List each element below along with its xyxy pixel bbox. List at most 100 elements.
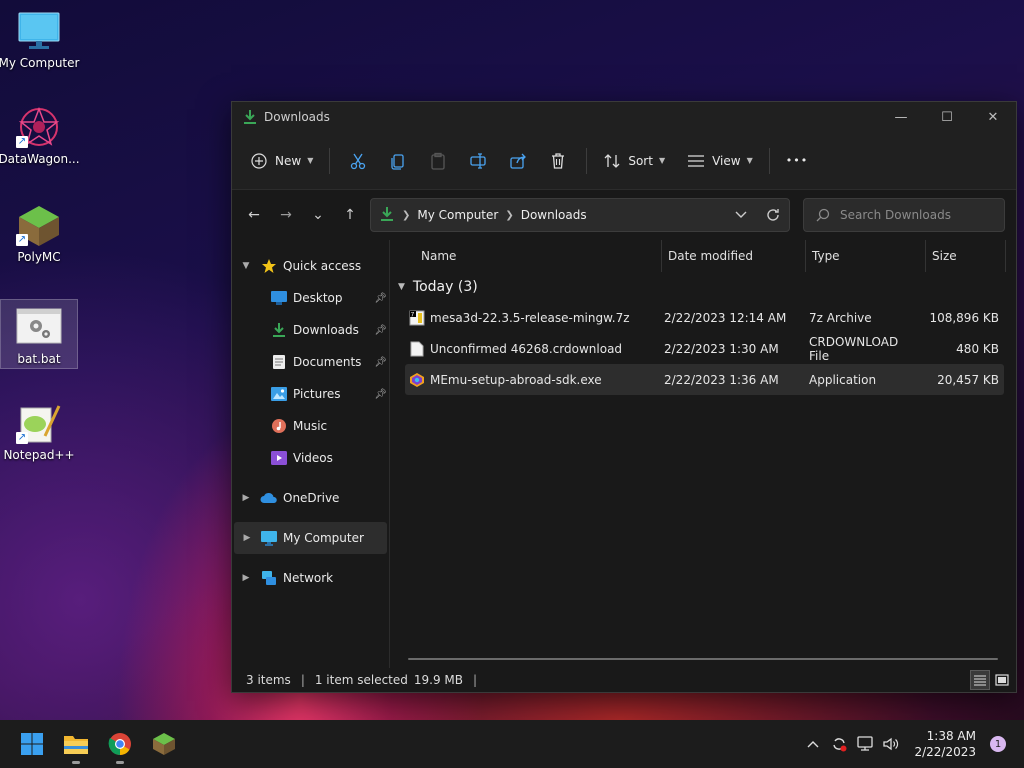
sidebar-item-documents[interactable]: Documents 📌︎: [232, 346, 389, 378]
group-header-today[interactable]: ▼ Today (3): [390, 272, 1016, 302]
monitor-icon: [260, 529, 278, 547]
file-row[interactable]: 7 mesa3d-22.3.5-release-mingw.7z 2/22/20…: [405, 302, 1004, 333]
datawagon-icon: ↗: [16, 106, 62, 148]
tiles-view-icon: [995, 674, 1009, 686]
minimize-button[interactable]: —: [878, 102, 924, 132]
clock-date: 2/22/2023: [914, 745, 976, 759]
notification-badge[interactable]: 1: [990, 736, 1006, 752]
pin-icon[interactable]: 📌︎: [374, 325, 387, 336]
details-view-icon: [974, 675, 986, 686]
sync-alert-icon: [833, 738, 847, 752]
desktop-icon-label: DataWagon...: [0, 152, 80, 166]
delete-button[interactable]: [538, 145, 578, 177]
sidebar-item-quick-access[interactable]: ▼ Quick access: [232, 250, 389, 282]
sync-status-button[interactable]: [826, 729, 852, 759]
network-status-button[interactable]: [852, 729, 878, 759]
refresh-button[interactable]: [757, 199, 789, 231]
desktop-icon-bat-bat[interactable]: bat.bat: [0, 299, 78, 369]
taskbar-chrome[interactable]: [98, 722, 142, 766]
start-button[interactable]: [10, 722, 54, 766]
chevron-right-icon: ❯: [402, 209, 411, 221]
rename-icon: [470, 152, 486, 169]
file-row[interactable]: Unconfirmed 46268.crdownload 2/22/2023 1…: [405, 333, 1004, 364]
column-header-size[interactable]: Size: [926, 240, 1006, 272]
desktop-icon-my-computer[interactable]: My Computer: [0, 4, 79, 74]
sidebar-item-label: Downloads: [293, 323, 359, 337]
share-button[interactable]: [498, 145, 538, 177]
column-header-date-modified[interactable]: Date modified: [662, 240, 806, 272]
breadcrumb-downloads[interactable]: Downloads: [521, 208, 587, 222]
file-type: Application: [809, 372, 877, 387]
back-button[interactable]: ←: [238, 199, 270, 231]
new-button[interactable]: New ▼: [242, 145, 321, 177]
chevron-down-icon: ▼: [307, 156, 314, 165]
taskbar-clock[interactable]: 1:38 AM 2/22/2023: [914, 728, 976, 760]
desktop-icon-polymc[interactable]: ↗ PolyMC: [0, 198, 78, 268]
recent-locations-button[interactable]: ⌄: [302, 199, 334, 231]
network-icon: [260, 569, 278, 587]
file-size: 108,896 KB: [929, 310, 999, 325]
more-dots-icon: •••: [785, 154, 809, 167]
chevron-down-icon: ▼: [746, 156, 753, 165]
title-bar[interactable]: Downloads — ☐ ✕: [232, 102, 1016, 132]
copy-icon: [391, 153, 404, 170]
forward-button[interactable]: →: [270, 199, 302, 231]
desktop-icon-label: PolyMC: [17, 250, 61, 264]
horizontal-scrollbar[interactable]: [408, 658, 998, 660]
sidebar-item-label: Documents: [293, 355, 362, 369]
search-input[interactable]: [840, 208, 1000, 222]
polymc-cube-icon: [153, 733, 175, 755]
breadcrumb-my-computer[interactable]: My Computer: [417, 208, 498, 222]
copy-button[interactable]: [378, 145, 418, 177]
toolbar-divider: [586, 147, 588, 174]
file-row-selected[interactable]: MEmu-setup-abroad-sdk.exe 2/22/2023 1:36…: [405, 364, 1004, 395]
system-tray: 1:38 AM 2/22/2023 1: [800, 720, 1024, 768]
sidebar-item-desktop[interactable]: Desktop 📌︎: [232, 282, 389, 314]
sidebar-item-label: Videos: [293, 451, 333, 465]
paste-button[interactable]: [418, 145, 458, 177]
taskbar-file-explorer[interactable]: [54, 722, 98, 766]
close-button[interactable]: ✕: [970, 102, 1016, 132]
downloads-arrow-icon: [242, 109, 258, 125]
address-dropdown-button[interactable]: [725, 199, 757, 231]
sidebar-item-onedrive[interactable]: ▶ OneDrive: [232, 482, 389, 514]
chevron-down-icon[interactable]: ▼: [232, 261, 260, 271]
up-button[interactable]: ↑: [334, 199, 366, 231]
file-name: mesa3d-22.3.5-release-mingw.7z: [430, 310, 630, 325]
more-options-button[interactable]: •••: [778, 145, 816, 177]
chevron-right-icon[interactable]: ▶: [232, 493, 260, 503]
address-bar[interactable]: ❯ My Computer ❯ Downloads: [370, 198, 790, 232]
view-button[interactable]: View ▼: [679, 145, 761, 177]
cut-button[interactable]: [338, 145, 378, 177]
desktop-icon-notepadpp[interactable]: ↗ Notepad++: [0, 396, 78, 466]
taskbar-polymc[interactable]: [142, 722, 186, 766]
details-view-button[interactable]: [970, 670, 990, 690]
new-label: New: [275, 153, 302, 168]
pin-icon[interactable]: 📌︎: [374, 389, 387, 400]
large-icons-view-button[interactable]: [992, 670, 1012, 690]
group-label: Today (3): [412, 279, 478, 295]
pin-icon[interactable]: 📌︎: [374, 293, 387, 304]
chevron-down-icon[interactable]: ▼: [398, 282, 405, 292]
sidebar-item-my-computer[interactable]: ▶ My Computer: [234, 522, 387, 554]
sidebar-item-videos[interactable]: Videos: [232, 442, 389, 474]
chevron-right-icon[interactable]: ▶: [232, 573, 260, 583]
search-box[interactable]: [803, 198, 1005, 232]
sidebar-item-pictures[interactable]: Pictures 📌︎: [232, 378, 389, 410]
sort-button[interactable]: Sort ▼: [595, 145, 673, 177]
column-header-name[interactable]: Name: [390, 240, 662, 272]
sidebar-item-music[interactable]: Music: [232, 410, 389, 442]
show-hidden-icons-button[interactable]: [800, 729, 826, 759]
sidebar-item-label: Desktop: [293, 291, 343, 305]
pin-icon[interactable]: 📌︎: [374, 357, 387, 368]
sidebar-item-network[interactable]: ▶ Network: [232, 562, 389, 594]
volume-button[interactable]: [878, 729, 904, 759]
chevron-right-icon[interactable]: ▶: [234, 533, 260, 543]
sidebar-item-label: My Computer: [283, 531, 364, 545]
speaker-icon: [883, 737, 899, 751]
maximize-button[interactable]: ☐: [924, 102, 970, 132]
rename-button[interactable]: [458, 145, 498, 177]
desktop-icon-datawagon[interactable]: ↗ DataWagon...: [0, 100, 80, 170]
sidebar-item-downloads[interactable]: Downloads 📌︎: [232, 314, 389, 346]
column-header-type[interactable]: Type: [806, 240, 926, 272]
